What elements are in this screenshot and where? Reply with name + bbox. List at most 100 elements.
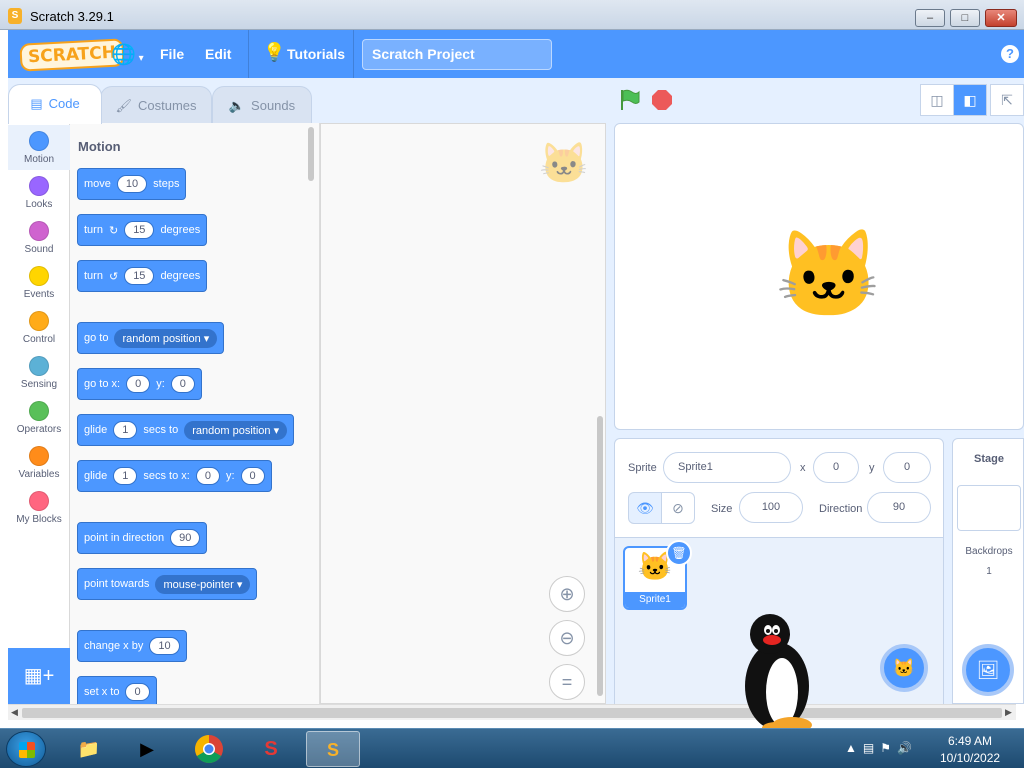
window-titlebar: S Scratch 3.29.1 – □ ✕ <box>0 0 1024 30</box>
block-change-x[interactable]: change x by 10 <box>77 630 187 662</box>
add-extension-button[interactable]: ▦+ <box>8 648 70 704</box>
fullscreen-button[interactable]: ⇱ <box>990 84 1024 116</box>
zoom-in-button[interactable]: ⊕ <box>549 576 585 612</box>
x-delta-input[interactable]: 10 <box>149 637 180 655</box>
sound-dot-icon <box>29 221 49 241</box>
start-button[interactable] <box>6 731 46 767</box>
tab-costumes[interactable]: 🖌 Costumes <box>100 86 212 124</box>
stop-sign-icon[interactable] <box>652 90 672 110</box>
x-input[interactable]: 0 <box>125 683 150 701</box>
y-input[interactable]: 0 <box>170 375 195 393</box>
horizontal-scrollbar[interactable]: ◀ ▶ <box>8 704 1016 720</box>
close-button[interactable]: ✕ <box>985 9 1017 27</box>
steps-input[interactable]: 10 <box>116 175 148 193</box>
choose-sprite-button[interactable]: 🐱 <box>880 644 928 692</box>
workspace-scrollbar[interactable] <box>597 416 603 696</box>
block-turn-right[interactable]: turn ↻ 15 degrees <box>77 214 208 246</box>
target-dropdown[interactable]: random position ▾ <box>184 420 288 440</box>
category-my-blocks[interactable]: My Blocks <box>8 485 70 530</box>
direction-input[interactable]: 90 <box>170 529 201 547</box>
my-blocks-dot-icon <box>29 491 49 511</box>
help-icon[interactable]: ? <box>1001 45 1019 63</box>
y-position-input[interactable]: 0 <box>883 452 931 483</box>
scroll-left-arrow-icon[interactable]: ◀ <box>11 707 18 718</box>
backdrops-count: 1 <box>986 566 992 577</box>
cat-sprite[interactable]: 🐱 <box>775 224 882 325</box>
horizontal-scroll-thumb[interactable] <box>22 708 1002 718</box>
block-glide-to[interactable]: glide 1 secs to random position ▾ <box>77 414 295 446</box>
palette-scrollbar[interactable] <box>308 127 314 181</box>
rotate-right-icon: ↻ <box>108 224 119 237</box>
tutorials-button[interactable]: Tutorials <box>287 46 345 62</box>
events-dot-icon <box>29 266 49 286</box>
minimize-button[interactable]: – <box>915 9 945 27</box>
language-globe-icon[interactable]: 🌐 ▾ <box>111 42 144 67</box>
degrees-input[interactable]: 15 <box>124 267 155 285</box>
scroll-right-arrow-icon[interactable]: ▶ <box>1005 707 1012 718</box>
degrees-input[interactable]: 15 <box>124 221 155 239</box>
fullscreen-icon: ⇱ <box>1001 92 1013 108</box>
rotate-left-icon: ↺ <box>108 270 119 283</box>
delete-sprite-button[interactable]: 🗑 <box>666 540 692 566</box>
zoom-out-button[interactable]: ⊖ <box>549 620 585 656</box>
zoom-reset-button[interactable]: = <box>549 664 585 700</box>
project-title-input[interactable]: Scratch Project <box>362 39 552 70</box>
direction-input[interactable]: 90 <box>867 492 931 523</box>
category-sound[interactable]: Sound <box>8 215 70 260</box>
green-flag-icon[interactable] <box>620 89 640 111</box>
tab-code[interactable]: ▤ Code <box>8 84 102 124</box>
y-input[interactable]: 0 <box>240 467 265 485</box>
sprite-name-input[interactable]: Sprite1 <box>663 452 791 483</box>
media-player-icon[interactable]: ▶ <box>120 731 174 767</box>
small-stage-icon: ◫ <box>930 92 944 108</box>
secs-input[interactable]: 1 <box>113 421 138 439</box>
block-move-steps[interactable]: move 10 steps <box>77 168 187 200</box>
stage-canvas[interactable]: 🐱 <box>614 123 1024 430</box>
choose-backdrop-button[interactable]: 🖼 <box>962 644 1014 696</box>
screencast-app-icon[interactable]: S <box>244 731 298 767</box>
size-input[interactable]: 100 <box>739 492 803 523</box>
file-menu[interactable]: File <box>160 46 184 62</box>
maximize-button[interactable]: □ <box>950 9 980 27</box>
category-variables[interactable]: Variables <box>8 440 70 485</box>
tab-sounds[interactable]: 🔈 Sounds <box>212 86 312 124</box>
system-tray-icons[interactable]: ▲▤⚑🔊 <box>845 741 918 755</box>
zoom-in-icon: ⊕ <box>559 584 575 604</box>
target-dropdown[interactable]: mouse-pointer ▾ <box>155 574 251 594</box>
block-point-towards[interactable]: point towards mouse-pointer ▾ <box>77 568 258 600</box>
block-go-to[interactable]: go to random position ▾ <box>77 322 225 354</box>
category-motion[interactable]: Motion <box>8 125 70 170</box>
block-turn-left[interactable]: turn ↺ 15 degrees <box>77 260 208 292</box>
file-explorer-icon[interactable]: 📁 <box>62 731 116 767</box>
edit-menu[interactable]: Edit <box>205 46 231 62</box>
category-events[interactable]: Events <box>8 260 70 305</box>
category-operators[interactable]: Operators <box>8 395 70 440</box>
hide-sprite-button[interactable]: ⊘ <box>661 492 695 524</box>
variables-dot-icon <box>29 446 49 466</box>
eye-icon: 👁 <box>636 500 654 516</box>
show-sprite-button[interactable]: 👁 <box>628 492 662 524</box>
x-input[interactable]: 0 <box>195 467 220 485</box>
scratch-logo[interactable]: SCRATCH <box>19 38 125 72</box>
target-dropdown[interactable]: random position ▾ <box>114 328 218 348</box>
normal-stage-button[interactable]: ◧ <box>953 84 987 116</box>
stage-thumbnail[interactable] <box>957 485 1021 531</box>
category-sensing[interactable]: Sensing <box>8 350 70 395</box>
block-glide-to-xy[interactable]: glide 1 secs to x: 0 y: 0 <box>77 460 272 492</box>
x-position-input[interactable]: 0 <box>813 452 859 483</box>
x-input[interactable]: 0 <box>126 375 151 393</box>
secs-input[interactable]: 1 <box>113 467 138 485</box>
speaker-icon: 🔈 <box>228 98 246 113</box>
brush-icon: 🖌 <box>115 98 132 113</box>
block-point-in-direction[interactable]: point in direction 90 <box>77 522 208 554</box>
scratch-taskbar-icon[interactable]: S <box>306 731 360 767</box>
chrome-icon[interactable] <box>182 731 236 767</box>
penguin-mascot <box>745 614 812 734</box>
block-go-to-xy[interactable]: go to x: 0 y: 0 <box>77 368 202 400</box>
category-control[interactable]: Control <box>8 305 70 350</box>
block-set-x[interactable]: set x to 0 <box>77 676 157 704</box>
category-looks[interactable]: Looks <box>8 170 70 215</box>
category-menu: Motion Looks Sound Events Control Sensin… <box>8 123 70 704</box>
script-workspace[interactable]: 🐱 ⊕ ⊖ = <box>320 123 606 704</box>
small-stage-button[interactable]: ◫ <box>920 84 954 116</box>
